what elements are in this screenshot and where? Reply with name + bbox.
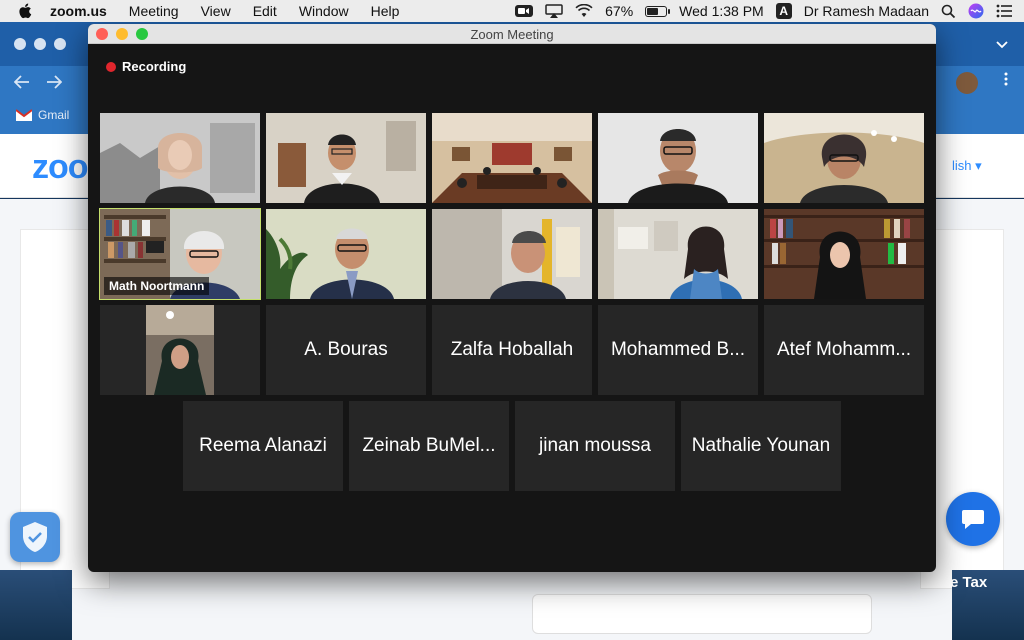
zoom-site-logo[interactable]: zoo — [32, 148, 89, 187]
language-selector[interactable]: lish ▾ — [952, 158, 982, 174]
participant-name-tile[interactable]: Mohammed B... — [598, 305, 758, 395]
menu-edit[interactable]: Edit — [253, 3, 277, 19]
recording-indicator[interactable]: Recording — [106, 59, 186, 74]
participant-name-label: Nathalie Younan — [691, 435, 831, 456]
participant-video-tile[interactable] — [432, 209, 592, 299]
siri-icon[interactable] — [968, 3, 984, 19]
site-footer-text: e Tax — [950, 574, 988, 591]
shield-icon — [23, 522, 47, 552]
site-input-box[interactable] — [532, 594, 872, 634]
participant-name-label: Mohammed B... — [610, 339, 746, 360]
participant-name-label: Reema Alanazi — [199, 435, 327, 456]
battery-fill — [647, 7, 659, 15]
participant-name-label: jinan moussa — [539, 435, 651, 456]
menu-window[interactable]: Window — [299, 3, 349, 19]
menu-help[interactable]: Help — [371, 3, 400, 19]
gmail-icon — [16, 109, 32, 121]
wifi-icon[interactable] — [575, 4, 593, 18]
participant-name-tile[interactable]: Nathalie Younan — [681, 401, 841, 491]
participant-name-tile[interactable]: A. Bouras — [266, 305, 426, 395]
search-icon[interactable] — [941, 4, 956, 19]
menu-meeting[interactable]: Meeting — [129, 3, 179, 19]
recording-label: Recording — [122, 59, 187, 74]
control-center-icon[interactable] — [996, 4, 1012, 18]
participant-video-tile[interactable] — [266, 209, 426, 299]
participant-name-label: Math Noortmann — [104, 277, 210, 295]
bookmark-gmail[interactable]: Gmail — [16, 108, 69, 122]
participant-name-tile[interactable]: Atef Mohamm... — [764, 305, 924, 395]
participant-video-tile[interactable] — [764, 209, 924, 299]
participant-name-tile[interactable]: jinan moussa — [515, 401, 675, 491]
forward-arrow-icon[interactable] — [46, 73, 63, 94]
back-arrow-icon[interactable] — [13, 73, 30, 94]
clock[interactable]: Wed 1:38 PM — [679, 3, 764, 19]
window-title: Zoom Meeting — [470, 27, 554, 42]
desktop-wallpaper — [0, 570, 72, 640]
participant-video-tile[interactable] — [598, 209, 758, 299]
input-source-icon[interactable]: A — [775, 3, 792, 19]
participant-video-tile[interactable] — [100, 113, 260, 203]
participant-video-tile-active-speaker[interactable]: Math Noortmann — [99, 208, 261, 300]
profile-avatar[interactable] — [956, 72, 978, 94]
tab-list-chevron-icon[interactable] — [996, 38, 1008, 52]
zoom-icon[interactable] — [515, 4, 534, 18]
participant-video-tile[interactable] — [432, 113, 592, 203]
participant-video-tile[interactable] — [100, 305, 260, 395]
recording-dot-icon — [106, 61, 116, 72]
participant-name-label: Atef Mohamm... — [776, 339, 912, 360]
chat-bubble-icon — [962, 510, 984, 529]
menu-view[interactable]: View — [201, 3, 231, 19]
participant-name-label: Zalfa Hoballah — [450, 339, 574, 360]
browser-window-controls[interactable] — [14, 38, 66, 50]
zoom-meeting-window: Zoom Meeting Recording Math Noortmann A.… — [88, 24, 936, 572]
airplay-icon[interactable] — [545, 4, 563, 18]
participant-name-tile[interactable]: Zeinab BuMel... — [349, 401, 509, 491]
menu-app-name[interactable]: zoom.us — [50, 3, 107, 19]
participant-name-tile[interactable]: Zalfa Hoballah — [432, 305, 592, 395]
battery-percent: 67% — [605, 3, 634, 19]
chat-support-button[interactable] — [946, 492, 1000, 546]
user-name[interactable]: Dr Ramesh Madaan — [804, 3, 929, 19]
participant-video-tile[interactable] — [266, 113, 426, 203]
security-shield-button[interactable] — [10, 512, 60, 562]
browser-menu-kebab-icon[interactable] — [1004, 72, 1008, 91]
zoom-title-bar[interactable]: Zoom Meeting — [88, 24, 936, 44]
bookmark-gmail-label: Gmail — [38, 108, 70, 122]
participant-name-label: A. Bouras — [304, 339, 388, 360]
participant-video-tile[interactable] — [598, 113, 758, 203]
participant-name-label: Zeinab BuMel... — [362, 435, 496, 456]
apple-icon[interactable] — [18, 2, 36, 20]
participant-video-tile[interactable] — [764, 113, 924, 203]
participant-name-tile[interactable]: Reema Alanazi — [183, 401, 343, 491]
macos-menu-bar: zoom.us Meeting View Edit Window Help 67… — [0, 0, 1024, 22]
battery-icon[interactable] — [645, 5, 671, 17]
